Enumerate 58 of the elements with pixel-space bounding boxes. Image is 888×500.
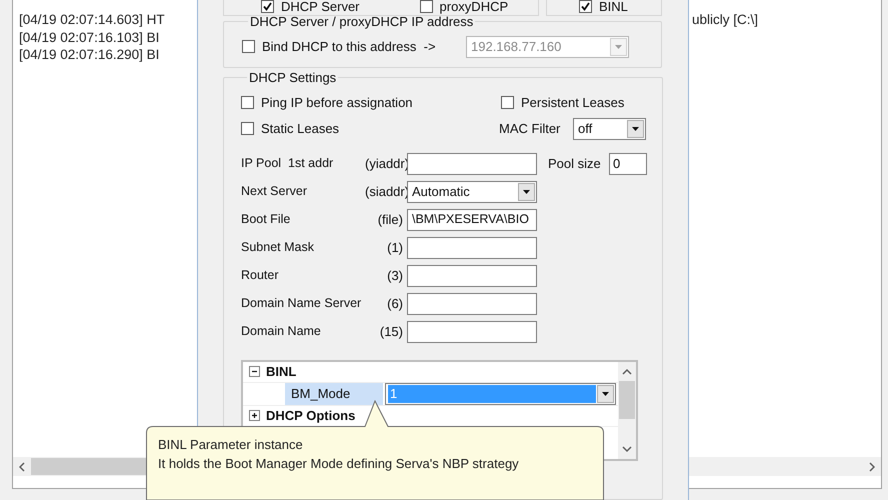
checkbox-label: Ping IP before assignation xyxy=(261,95,413,110)
scroll-left-icon xyxy=(19,462,25,472)
field-label: Pool size xyxy=(548,154,602,173)
scroll-right-icon xyxy=(869,462,875,472)
field-label: Next Server xyxy=(241,183,308,200)
checkbox[interactable] xyxy=(420,0,433,13)
checkbox-label: BINL xyxy=(599,0,628,14)
field-code: (3) xyxy=(386,266,403,285)
field-label: Router xyxy=(241,267,280,284)
caret-icon xyxy=(523,190,530,194)
field-code: (1) xyxy=(386,238,403,257)
checkbox[interactable] xyxy=(579,0,592,13)
field-label: Domain Name xyxy=(241,323,322,340)
checkbox-label: proxyDHCP xyxy=(440,0,508,14)
field-code: (15) xyxy=(378,322,403,341)
log-line: [04/19 02:07:16.103] BI xyxy=(19,28,160,46)
checkbox-label: Static Leases xyxy=(261,121,340,136)
caret-icon xyxy=(602,392,609,396)
group-title: DHCP Settings xyxy=(248,69,338,87)
caret-icon xyxy=(615,44,622,48)
field-label: Boot File xyxy=(241,211,292,228)
input-field[interactable] xyxy=(407,152,537,174)
log-line: ublicly [C:\] xyxy=(692,11,758,28)
checkbox-label: Bind DHCP to this address -> xyxy=(262,39,436,54)
field-label: Subnet Mask xyxy=(241,239,315,256)
log-line: [04/19 02:07:14.603] HT xyxy=(19,11,165,28)
vertical-scrollbar[interactable] xyxy=(618,362,636,458)
tooltip-text: It holds the Boot Manager Mode defining Serva's NBP strategy xyxy=(158,455,519,473)
category-label[interactable]: DHCP Options xyxy=(266,406,356,426)
field-label: MAC Filter xyxy=(499,120,562,138)
log-line: [04/19 02:07:16.290] BI xyxy=(19,46,160,64)
caret-icon xyxy=(632,126,639,130)
expand-icon[interactable] xyxy=(249,410,260,421)
scrollbar-thumb[interactable] xyxy=(619,380,635,418)
collapse-icon[interactable] xyxy=(249,366,260,377)
field-code: (6) xyxy=(386,294,403,313)
input-field[interactable] xyxy=(407,236,537,258)
next-server-dropdown[interactable]: Automatic xyxy=(407,180,537,202)
mac-filter-dropdown[interactable]: off xyxy=(573,118,646,140)
input-field[interactable] xyxy=(407,320,537,342)
input-field[interactable]: \BM\PXESERVA\BIO xyxy=(407,208,537,230)
checkbox-label: Persistent Leases xyxy=(521,95,624,110)
checkbox[interactable] xyxy=(241,122,254,135)
group-title: DHCP Server / proxyDHCP IP address xyxy=(249,14,474,31)
input-field[interactable]: 0 xyxy=(609,152,647,174)
checkbox[interactable] xyxy=(261,0,274,13)
checkbox[interactable] xyxy=(241,96,254,109)
checkbox[interactable] xyxy=(242,40,255,53)
checkbox[interactable] xyxy=(501,96,514,109)
category-label[interactable]: BINL xyxy=(266,362,296,382)
field-label: IP Pool 1st addr xyxy=(241,155,334,172)
tooltip-text: BINL Parameter instance xyxy=(158,436,304,454)
input-field[interactable] xyxy=(407,292,537,314)
property-name[interactable]: BM_Mode xyxy=(285,382,383,404)
field-code: (file) xyxy=(376,210,403,229)
checkbox-label: DHCP Server xyxy=(281,0,360,14)
field-label: Domain Name Server xyxy=(241,295,362,312)
input-field[interactable] xyxy=(407,264,537,286)
